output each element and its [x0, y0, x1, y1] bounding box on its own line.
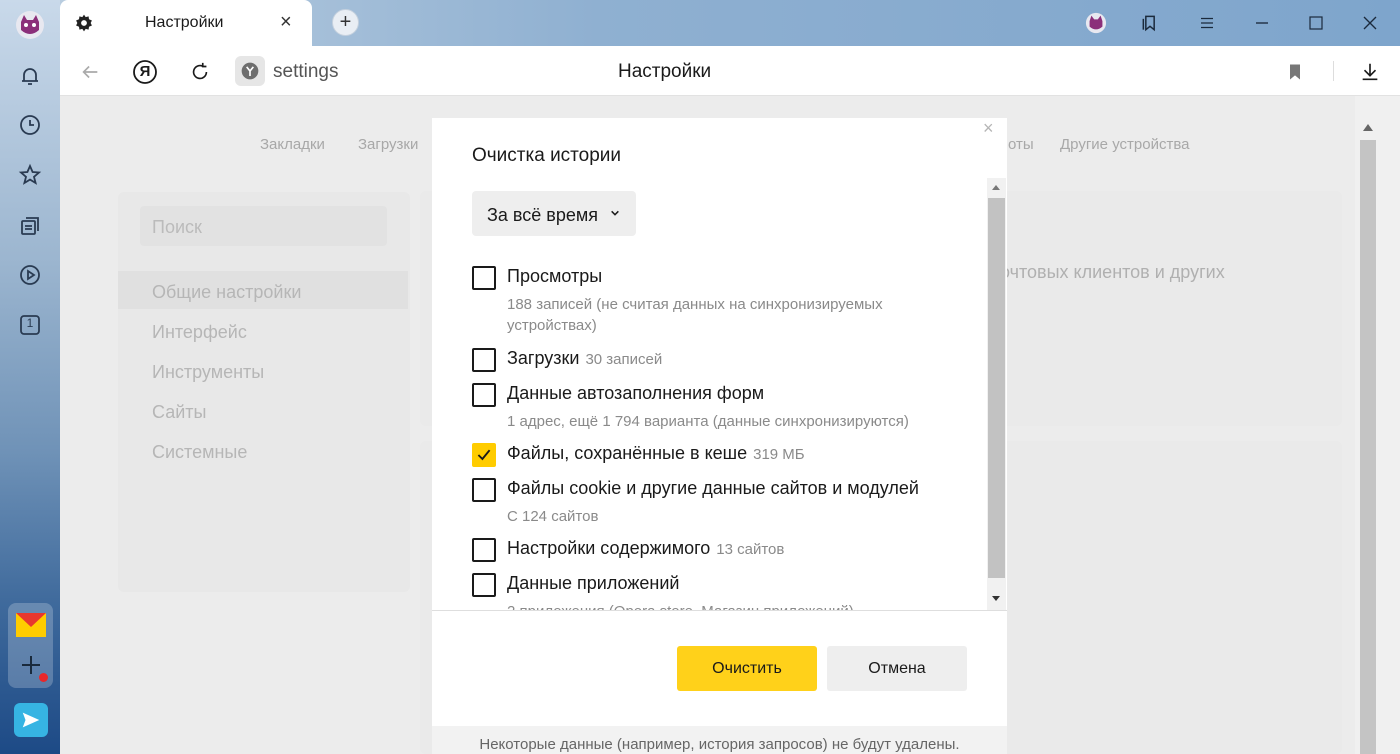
sidebar-item-system[interactable]: Системные — [152, 442, 247, 463]
checkbox[interactable] — [472, 348, 496, 372]
send-icon[interactable] — [14, 703, 48, 737]
background-partial-text: очтовых клиентов и других — [1000, 262, 1225, 282]
option-label: Настройки содержимого 13 сайтов — [507, 538, 785, 558]
checkbox[interactable] — [472, 383, 496, 407]
mail-icon[interactable] — [16, 613, 46, 637]
period-dropdown[interactable]: За всё время — [472, 191, 636, 236]
option-description: 1 адрес, ещё 1 794 варианта (данные синх… — [507, 413, 909, 430]
bell-icon[interactable] — [15, 61, 45, 91]
sidebar-item-sites[interactable]: Сайты — [152, 402, 206, 423]
maximize-icon[interactable] — [1302, 10, 1330, 36]
new-tab-button[interactable]: + — [332, 9, 359, 36]
dialog-scrollbar[interactable] — [987, 178, 1006, 610]
yandex-glyph: Я — [139, 63, 151, 80]
checkbox[interactable] — [472, 266, 496, 290]
option-count: 30 записей — [585, 351, 663, 368]
tab-close-button[interactable]: × — [280, 12, 292, 32]
option-description: 188 записей (не считая данных на синхрон… — [507, 296, 883, 334]
search-placeholder: Поиск — [152, 217, 202, 237]
settings-search-input[interactable]: Поиск — [140, 206, 387, 246]
scrollbar-thumb[interactable] — [1360, 140, 1376, 754]
option-label: Данные приложений — [507, 573, 680, 593]
scroll-up-icon[interactable] — [992, 185, 1000, 190]
play-icon[interactable] — [15, 260, 45, 290]
yandex-button[interactable]: Я — [132, 59, 158, 85]
nav-partial[interactable]: оты — [1008, 136, 1034, 153]
url-text[interactable]: settings — [273, 61, 338, 83]
address-bar: Я settings Настройки — [60, 46, 1400, 96]
back-arrow-icon[interactable] — [77, 59, 103, 85]
tab-bar: Настройки × + — [60, 0, 1400, 46]
settings-sidebar — [118, 192, 410, 592]
bookmark-icon[interactable] — [1282, 59, 1308, 85]
scroll-up-icon[interactable] — [1363, 124, 1373, 131]
tab-counter-value: 1 — [26, 316, 34, 330]
bookmarks-panel-icon[interactable] — [1136, 10, 1164, 36]
nav-bookmarks[interactable]: Закладки — [260, 136, 325, 153]
star-icon[interactable] — [15, 160, 45, 190]
dialog-close-button[interactable]: × — [983, 118, 994, 139]
clear-history-dialog: × Очистка истории За всё время Просмотры… — [432, 118, 1007, 754]
site-favicon-icon — [235, 56, 265, 86]
nav-other-devices[interactable]: Другие устройства — [1060, 136, 1189, 153]
sidebar-apps-group — [8, 603, 53, 688]
reload-icon[interactable] — [187, 59, 213, 85]
page-scrollbar[interactable] — [1358, 120, 1378, 754]
option-label: Просмотры — [507, 266, 603, 286]
download-icon[interactable] — [1357, 59, 1383, 85]
profile-avatar-icon[interactable] — [1082, 10, 1110, 36]
tab-title: Настройки — [145, 14, 224, 31]
checkbox-checked[interactable] — [472, 443, 496, 467]
menu-icon[interactable] — [1193, 10, 1221, 36]
tab-settings[interactable]: Настройки × — [60, 0, 312, 46]
toolbar-divider — [1333, 61, 1334, 81]
notification-dot — [39, 673, 48, 682]
option-label: Данные автозаполнения форм — [507, 383, 765, 403]
option-count: 13 сайтов — [716, 541, 785, 558]
dialog-divider — [432, 610, 1007, 611]
dialog-title: Очистка истории — [472, 145, 622, 166]
dialog-options-list: За всё время Просмотры 188 записей (не с… — [432, 178, 1007, 610]
checkbox[interactable] — [472, 478, 496, 502]
option-description: С 124 сайтов — [507, 508, 599, 525]
sidebar-item-tools[interactable]: Инструменты — [152, 362, 264, 383]
browser-sidebar: 1 — [0, 0, 60, 754]
nav-downloads[interactable]: Загрузки — [358, 136, 418, 153]
scroll-down-icon[interactable] — [992, 596, 1000, 601]
cancel-button[interactable]: Отмена — [827, 646, 967, 691]
sidebar-item-interface[interactable]: Интерфейс — [152, 322, 247, 343]
dialog-footer-note: Некоторые данные (например, история запр… — [432, 726, 1007, 754]
checkmark-icon — [477, 449, 491, 461]
clock-icon[interactable] — [15, 110, 45, 140]
option-label: Файлы, сохранённые в кеше 319 МБ — [507, 443, 805, 463]
option-description: 2 приложения (Opera store, Магазин прило… — [507, 601, 947, 610]
clear-button[interactable]: Очистить — [677, 646, 817, 691]
checkbox[interactable] — [472, 538, 496, 562]
page-title: Настройки — [618, 61, 712, 82]
option-label: Файлы cookie и другие данные сайтов и мо… — [507, 478, 919, 498]
gear-icon — [74, 13, 94, 33]
tab-counter-icon[interactable]: 1 — [15, 310, 45, 340]
close-window-icon[interactable] — [1356, 10, 1384, 36]
avatar-icon[interactable] — [15, 10, 45, 40]
scrollbar-thumb[interactable] — [988, 198, 1005, 578]
minimize-icon[interactable] — [1248, 10, 1276, 36]
period-value: За всё время — [487, 205, 598, 225]
chevron-down-icon — [610, 205, 620, 221]
sidebar-item-general[interactable]: Общие настройки — [152, 282, 301, 303]
checkbox[interactable] — [472, 573, 496, 597]
option-count: 319 МБ — [753, 446, 805, 463]
option-label: Загрузки 30 записей — [507, 348, 663, 368]
collections-icon[interactable] — [15, 211, 45, 241]
